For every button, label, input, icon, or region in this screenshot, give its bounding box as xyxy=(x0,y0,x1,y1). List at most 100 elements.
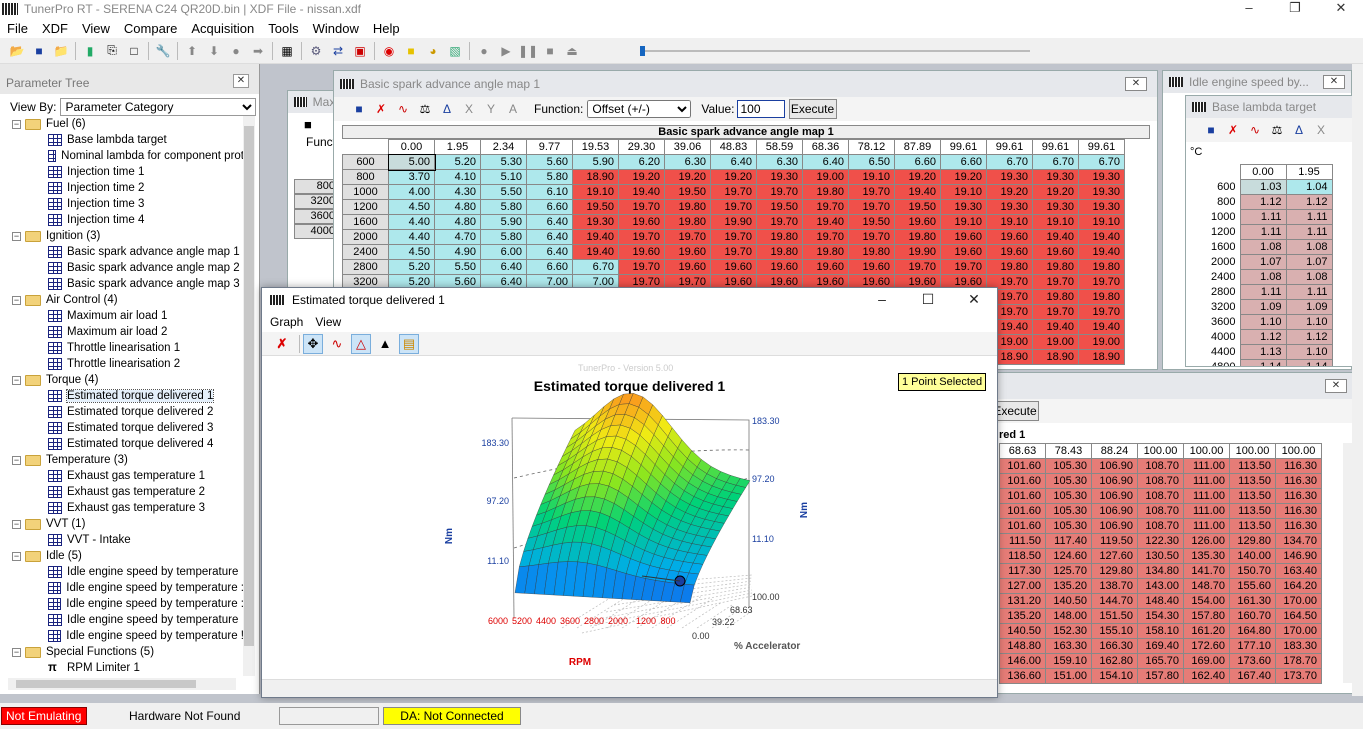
table-cell[interactable]: 19.70 xyxy=(756,214,803,230)
table-cell[interactable]: 164.80 xyxy=(1229,623,1276,639)
stop-icon[interactable]: ■ xyxy=(541,42,559,60)
table-cell[interactable]: 5.50 xyxy=(480,184,527,200)
table-cell[interactable]: 19.40 xyxy=(572,244,619,260)
table-cell[interactable]: 19.60 xyxy=(894,214,941,230)
table-cell[interactable]: 138.70 xyxy=(1091,578,1138,594)
table-cell[interactable]: 116.30 xyxy=(1275,518,1322,534)
save-icon[interactable]: ■ xyxy=(30,42,48,60)
table-cell[interactable]: 148.70 xyxy=(1183,578,1230,594)
table-cell[interactable]: 161.20 xyxy=(1183,623,1230,639)
table-cell[interactable]: 19.70 xyxy=(894,259,941,275)
table-cell[interactable]: 101.60 xyxy=(999,458,1046,474)
table-cell[interactable]: 155.10 xyxy=(1091,623,1138,639)
table-cell[interactable]: 5.90 xyxy=(480,214,527,230)
table-cell[interactable]: 19.00 xyxy=(1078,334,1125,350)
table-cell[interactable]: 19.40 xyxy=(572,229,619,245)
close-spark-icon[interactable]: ✕ xyxy=(1125,77,1147,91)
tree-item[interactable]: Injection time 1 xyxy=(8,164,244,180)
tree-item[interactable]: Injection time 3 xyxy=(8,196,244,212)
table-cell[interactable]: 6.30 xyxy=(756,154,803,170)
table-cell[interactable]: 165.70 xyxy=(1137,653,1184,669)
table-cell[interactable]: 19.70 xyxy=(848,199,895,215)
table-cell[interactable]: 4.10 xyxy=(434,169,481,185)
wrench-icon[interactable]: 🔧 xyxy=(154,42,172,60)
compare-scale-icon[interactable]: ⚖ xyxy=(1268,121,1286,139)
table-cell[interactable]: 19.60 xyxy=(618,244,665,260)
table-cell[interactable]: 178.70 xyxy=(1275,653,1322,669)
table-cell[interactable]: 5.00 xyxy=(387,153,436,171)
table-cell[interactable]: 1.10 xyxy=(1285,314,1333,330)
table-cell[interactable]: 6.50 xyxy=(848,154,895,170)
table-cell[interactable]: 1.12 xyxy=(1285,329,1333,345)
table-cell[interactable]: 19.50 xyxy=(664,184,711,200)
table-cell[interactable]: 19.60 xyxy=(1032,244,1079,260)
table-cell[interactable]: 135.30 xyxy=(1183,548,1230,564)
table-cell[interactable]: 143.00 xyxy=(1137,578,1184,594)
table-cell[interactable]: 111.00 xyxy=(1183,503,1230,519)
value-input[interactable] xyxy=(736,100,785,118)
table-cell[interactable]: 113.50 xyxy=(1229,518,1276,534)
table-cell[interactable]: 169.40 xyxy=(1137,638,1184,654)
table-cell[interactable]: 19.60 xyxy=(618,214,665,230)
table-cell[interactable]: 6.00 xyxy=(480,244,527,260)
collapse-icon[interactable]: − xyxy=(12,519,21,529)
tree-item[interactable]: Maximum air load 2 xyxy=(8,324,244,340)
table-cell[interactable]: 170.00 xyxy=(1275,623,1322,639)
tree-item[interactable]: Basic spark advance angle map 2 xyxy=(8,260,244,276)
table-cell[interactable]: 159.10 xyxy=(1045,653,1092,669)
table-cell[interactable]: 1.09 xyxy=(1285,299,1333,315)
table-cell[interactable]: 19.60 xyxy=(756,259,803,275)
table-cell[interactable]: 5.90 xyxy=(572,154,619,170)
close-icon[interactable]: ✕ xyxy=(951,288,997,312)
table-cell[interactable]: 19.70 xyxy=(802,229,849,245)
tree-group[interactable]: − Fuel (6) xyxy=(8,116,244,132)
table-cell[interactable]: 126.00 xyxy=(1183,533,1230,549)
table-cell[interactable]: 101.60 xyxy=(999,503,1046,519)
table-cell[interactable]: 19.80 xyxy=(664,214,711,230)
discard-icon[interactable]: ✗ xyxy=(1224,121,1242,139)
table-cell[interactable]: 6.20 xyxy=(618,154,665,170)
table-cell[interactable]: 1.07 xyxy=(1239,254,1287,270)
table-cell[interactable]: 1.08 xyxy=(1285,269,1333,285)
table-cell[interactable]: 151.50 xyxy=(1091,608,1138,624)
table-cell[interactable]: 119.50 xyxy=(1091,533,1138,549)
open-folder-icon[interactable]: 📂 xyxy=(8,42,26,60)
table-cell[interactable]: 19.80 xyxy=(848,244,895,260)
table-cell[interactable]: 19.70 xyxy=(710,244,757,260)
tree-item[interactable]: Estimated torque delivered 1 xyxy=(8,388,244,404)
table-cell[interactable]: 131.20 xyxy=(999,593,1046,609)
table-cell[interactable]: 19.40 xyxy=(1032,229,1079,245)
table-cell[interactable]: 18.90 xyxy=(1078,349,1125,365)
function-select[interactable]: Offset (+/-) xyxy=(587,100,692,118)
wireframe-icon[interactable]: ▲ xyxy=(375,334,395,354)
graph-menu-view[interactable]: View xyxy=(309,315,347,329)
table-cell[interactable]: 6.70 xyxy=(1078,154,1125,170)
table-cell[interactable]: 19.70 xyxy=(618,229,665,245)
table-cell[interactable]: 19.40 xyxy=(1078,244,1125,260)
table-cell[interactable]: 19.50 xyxy=(756,199,803,215)
tree-item[interactable]: Maximum air load 1 xyxy=(8,308,244,324)
xdf-icon[interactable]: ▮ xyxy=(81,42,99,60)
table-cell[interactable]: 105.30 xyxy=(1045,488,1092,504)
menu-compare[interactable]: Compare xyxy=(117,21,184,36)
table-cell[interactable]: 130.50 xyxy=(1137,548,1184,564)
tree-item[interactable]: Idle engine speed by temperature ! xyxy=(8,628,244,644)
table-cell[interactable]: 118.50 xyxy=(999,548,1046,564)
table-cell[interactable]: 1.12 xyxy=(1239,329,1287,345)
table-cell[interactable]: 1.12 xyxy=(1285,194,1333,210)
table-cell[interactable]: 6.30 xyxy=(664,154,711,170)
collapse-icon[interactable]: − xyxy=(12,455,21,465)
table-cell[interactable]: 19.80 xyxy=(664,199,711,215)
save-icon[interactable]: ■ xyxy=(350,100,368,118)
tree-item[interactable]: Throttle linearisation 2 xyxy=(8,356,244,372)
table-cell[interactable]: 129.80 xyxy=(1091,563,1138,579)
torque-plot[interactable]: TunerPro - Version 5.00 Estimated torque… xyxy=(262,358,997,678)
table-cell[interactable]: 1.14 xyxy=(1285,359,1333,366)
table-cell[interactable]: 6.70 xyxy=(1032,154,1079,170)
close-graph-icon[interactable]: ✗ xyxy=(272,334,292,354)
table-cell[interactable]: 140.00 xyxy=(1229,548,1276,564)
table-cell[interactable]: 122.30 xyxy=(1137,533,1184,549)
table-cell[interactable]: 4.90 xyxy=(434,244,481,260)
maximize-icon[interactable]: ☐ xyxy=(905,288,951,312)
discard-icon[interactable]: ✗ xyxy=(372,100,390,118)
